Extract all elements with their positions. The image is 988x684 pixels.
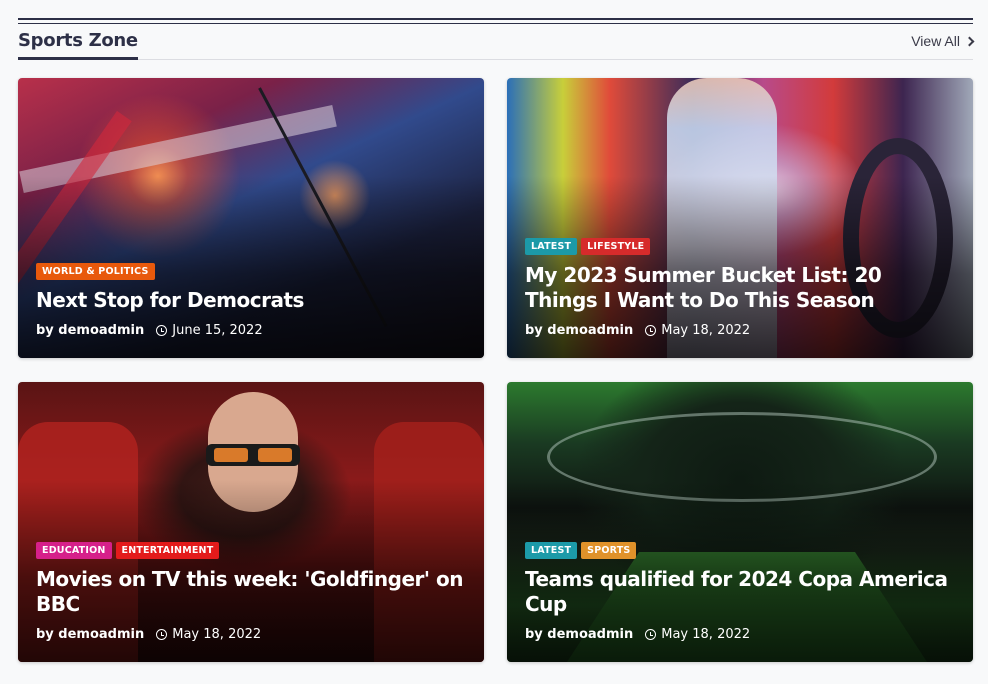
view-all-link[interactable]: View All <box>911 33 975 49</box>
view-all-label: View All <box>911 33 960 49</box>
category-badge-lifestyle[interactable]: LIFESTYLE <box>581 238 651 255</box>
category-badge-sports[interactable]: SPORTS <box>581 542 637 559</box>
clock-icon <box>156 325 168 336</box>
chevron-right-icon <box>964 36 975 46</box>
post-author[interactable]: by demoadmin <box>36 323 144 338</box>
post-card[interactable]: WORLD & POLITICS Next Stop for Democrats… <box>18 78 484 358</box>
category-badge-latest[interactable]: LATEST <box>525 542 578 559</box>
post-card[interactable]: EDUCATION ENTERTAINMENT Movies on TV thi… <box>18 382 484 662</box>
post-title[interactable]: Teams qualified for 2024 Copa America Cu… <box>525 567 955 617</box>
post-date: June 15, 2022 <box>172 323 263 338</box>
post-author[interactable]: by demoadmin <box>525 323 633 338</box>
post-title[interactable]: My 2023 Summer Bucket List: 20 Things I … <box>525 263 955 313</box>
post-card[interactable]: LATEST SPORTS Teams qualified for 2024 C… <box>507 382 973 662</box>
section-header: Sports Zone View All <box>18 28 975 60</box>
category-badge-entertainment[interactable]: ENTERTAINMENT <box>115 542 220 559</box>
clock-icon <box>645 325 657 336</box>
post-author[interactable]: by demoadmin <box>525 627 633 642</box>
post-author[interactable]: by demoadmin <box>36 627 144 642</box>
category-badge-education[interactable]: EDUCATION <box>36 542 112 559</box>
post-date: May 18, 2022 <box>661 323 751 338</box>
post-title[interactable]: Movies on TV this week: 'Goldfinger' on … <box>36 567 466 617</box>
post-date: May 18, 2022 <box>661 627 751 642</box>
post-card[interactable]: LATEST LIFESTYLE My 2023 Summer Bucket L… <box>507 78 973 358</box>
clock-icon <box>645 629 657 640</box>
top-divider <box>18 18 973 24</box>
section-title: Sports Zone <box>18 30 138 60</box>
category-badge-latest[interactable]: LATEST <box>525 238 578 255</box>
post-title[interactable]: Next Stop for Democrats <box>36 288 466 313</box>
category-badge-world-politics[interactable]: WORLD & POLITICS <box>36 263 155 280</box>
post-date: May 18, 2022 <box>172 627 262 642</box>
clock-icon <box>156 629 168 640</box>
